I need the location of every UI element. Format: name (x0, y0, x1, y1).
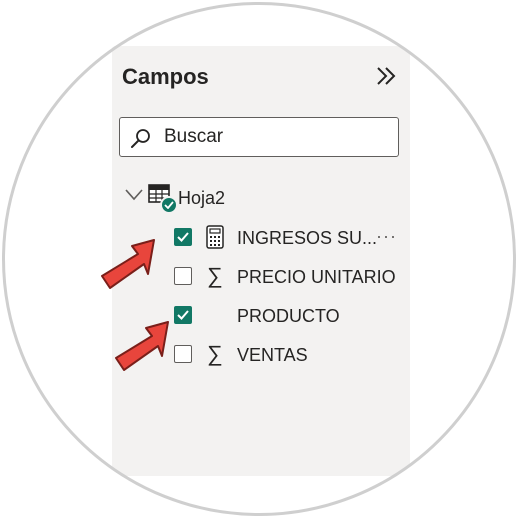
field-label: PRODUCTO (237, 306, 340, 326)
field-label: PRECIO UNITARIO (237, 267, 396, 287)
collapse-pane-button[interactable] (372, 62, 400, 90)
chevron-down-icon[interactable] (124, 188, 144, 202)
field-row-ingresos[interactable]: INGRESOS SU... ··· (174, 224, 410, 252)
field-checkbox[interactable] (174, 306, 192, 324)
calculator-icon (204, 224, 226, 250)
pane-title: Campos (122, 64, 209, 89)
search-input[interactable] (164, 124, 384, 150)
check-badge-icon (160, 196, 178, 214)
field-checkbox[interactable] (174, 228, 192, 246)
more-options-button[interactable]: ··· (376, 226, 397, 247)
annotation-arrow-icon (101, 239, 155, 289)
field-checkbox[interactable] (174, 345, 192, 363)
double-chevron-right-icon (377, 67, 396, 85)
annotation-arrow-icon (115, 321, 169, 371)
sigma-icon: ∑ (207, 341, 223, 366)
field-row-ventas[interactable]: ∑ VENTAS (174, 341, 410, 369)
field-checkbox[interactable] (174, 267, 192, 285)
field-label: INGRESOS SU... (237, 228, 378, 248)
table-name: Hoja2 (178, 188, 226, 208)
field-row-producto[interactable]: PRODUCTO (174, 302, 410, 330)
field-label: VENTAS (237, 345, 308, 365)
table-node-hoja2[interactable]: Hoja2 (120, 184, 380, 214)
search-icon (131, 129, 150, 148)
field-row-precio-unitario[interactable]: ∑ PRECIO UNITARIO (174, 263, 410, 291)
search-box[interactable] (119, 117, 399, 157)
circle-frame: Campos Buscar Hoja2 INGRESOS SU... ··· ∑… (2, 2, 514, 514)
sigma-icon: ∑ (207, 263, 223, 288)
